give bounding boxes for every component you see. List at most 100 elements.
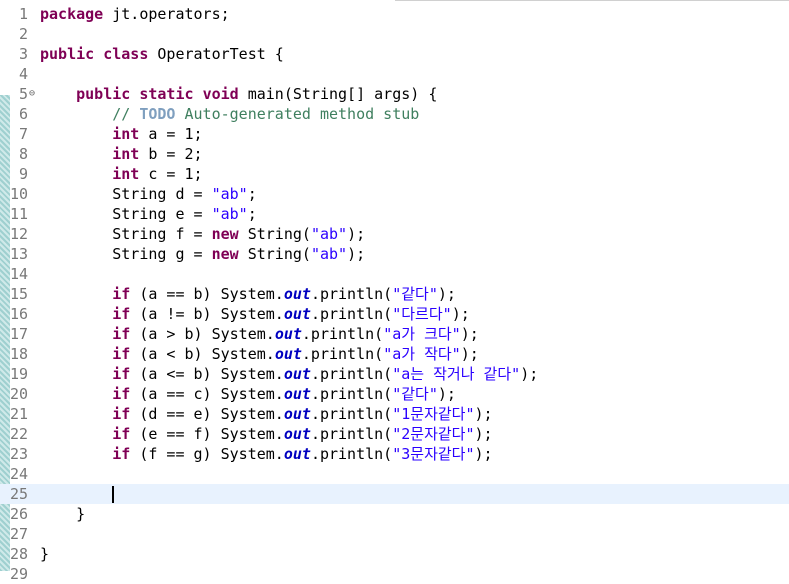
code-line[interactable]: 5 ⊖ public static void main(String[] args… xyxy=(0,84,789,104)
code-token: out xyxy=(283,285,311,303)
line-code: if (d == e) System.out.println("1문자같다"); xyxy=(40,404,492,424)
line-number: 12 xyxy=(9,225,28,243)
code-token: out xyxy=(283,305,311,323)
line-code: if (a == c) System.out.println("같다"); xyxy=(40,384,456,404)
code-token: "다르다" xyxy=(392,305,452,323)
line-number: 4 xyxy=(18,65,28,83)
code-token: if xyxy=(112,285,131,303)
code-line[interactable]: 14 xyxy=(0,264,789,284)
line-code: if (e == f) System.out.println("2문자같다"); xyxy=(40,424,493,444)
code-token: ); xyxy=(437,385,456,403)
line-number: 1 xyxy=(18,5,28,23)
code-token: if xyxy=(112,405,131,423)
code-editor[interactable]: 1 package jt.operators; 2 3 public class Ope… xyxy=(0,0,789,583)
line-code: int b = 2; xyxy=(40,144,202,164)
code-line[interactable]: 15 if (a == b) System.out.println("같다"); xyxy=(0,284,789,304)
code-line[interactable]: 7 int a = 1; xyxy=(0,124,789,144)
code-token: int xyxy=(112,145,140,163)
line-number: 23 xyxy=(9,445,28,463)
line-code: String e = "ab"; xyxy=(40,204,257,224)
line-number: 13 xyxy=(9,245,28,263)
line-number: 21 xyxy=(9,405,28,423)
code-token: ); xyxy=(460,345,479,363)
line-code: int a = 1; xyxy=(40,124,203,144)
code-token: // xyxy=(112,105,140,123)
line-number: 25 xyxy=(9,485,28,503)
code-token: void xyxy=(202,85,239,103)
code-token: (a > b) System. xyxy=(130,325,275,343)
code-token: (a != b) System. xyxy=(130,305,284,323)
code-token: "ab" xyxy=(211,205,248,223)
code-line[interactable]: 9 int c = 1; xyxy=(0,164,789,184)
code-line[interactable]: 25 xyxy=(0,484,789,504)
fold-collapse-icon[interactable]: ⊖ xyxy=(29,84,35,104)
line-code: if (a <= b) System.out.println("a는 작거나 같… xyxy=(40,364,538,384)
line-number: 17 xyxy=(9,325,28,343)
code-line[interactable]: 16 if (a != b) System.out.println("다르다")… xyxy=(0,304,789,324)
code-line[interactable]: 12 String f = new String("ab"); xyxy=(0,224,789,244)
code-token: out xyxy=(283,365,311,383)
code-line[interactable]: 6 // TODO Auto-generated method stub xyxy=(0,104,789,124)
code-token: c = 1; xyxy=(139,165,203,183)
code-line[interactable]: 20 if (a == c) System.out.println("같다"); xyxy=(0,384,789,404)
code-token: a = 1; xyxy=(139,125,203,143)
line-number: 5 xyxy=(18,85,28,103)
code-line[interactable]: 23 if (f == g) System.out.println("3문자같다… xyxy=(0,444,789,464)
code-line[interactable]: 8 int b = 2; xyxy=(0,144,789,164)
line-code: if (a != b) System.out.println("다르다"); xyxy=(40,304,470,324)
code-token: if xyxy=(112,305,131,323)
code-line[interactable]: 29 xyxy=(0,564,789,584)
code-line[interactable]: 3 public class OperatorTest { xyxy=(0,44,789,64)
code-token: String e = xyxy=(40,205,212,223)
code-token: "1문자같다" xyxy=(392,405,475,423)
code-line[interactable]: 4 xyxy=(0,64,789,84)
code-token: public xyxy=(76,85,131,103)
code-line[interactable]: 2 xyxy=(0,24,789,44)
code-token: String d = xyxy=(40,185,212,203)
line-number: 29 xyxy=(9,565,28,583)
code-line[interactable]: 1 package jt.operators; xyxy=(0,4,789,24)
code-line[interactable]: 13 String g = new String("ab"); xyxy=(0,244,789,264)
code-token: (a <= b) System. xyxy=(130,365,284,383)
line-code: int c = 1; xyxy=(40,164,203,184)
code-token: (f == g) System. xyxy=(130,445,284,463)
code-token: .println( xyxy=(310,385,393,403)
code-token: "ab" xyxy=(310,225,348,243)
code-line[interactable]: 21 if (d == e) System.out.println("1문자같다… xyxy=(0,404,789,424)
code-line[interactable]: 19 if (a <= b) System.out.println("a는 작거… xyxy=(0,364,789,384)
code-token: ); xyxy=(520,365,539,383)
code-line[interactable]: 10 String d = "ab"; xyxy=(0,184,789,204)
code-token: .println( xyxy=(310,405,393,423)
code-line[interactable]: 11 String e = "ab"; xyxy=(0,204,789,224)
code-line[interactable]: 28} xyxy=(0,544,789,564)
code-token: if xyxy=(112,325,131,343)
code-line[interactable]: 27 xyxy=(0,524,789,544)
line-number: 19 xyxy=(9,365,28,383)
code-line[interactable]: 17 if (a > b) System.out.println("a가 크다"… xyxy=(0,324,789,344)
code-token: out xyxy=(274,345,302,363)
line-code: String d = "ab"; xyxy=(40,184,257,204)
code-token: "같다" xyxy=(392,285,438,303)
code-token: .println( xyxy=(310,305,393,323)
code-token: "3문자같다" xyxy=(392,445,475,463)
code-line[interactable]: 22 if (e == f) System.out.println("2문자같다… xyxy=(0,424,789,444)
code-token: ); xyxy=(437,285,456,303)
code-token: ; xyxy=(247,185,257,203)
code-token: ); xyxy=(347,225,366,243)
code-line[interactable]: 26 } xyxy=(0,504,789,524)
code-token: ); xyxy=(474,425,493,443)
code-line[interactable]: 24 xyxy=(0,464,789,484)
code-token: .println( xyxy=(310,285,393,303)
code-line[interactable]: 18 if (a < b) System.out.println("a가 작다"… xyxy=(0,344,789,364)
code-token: int xyxy=(112,125,140,143)
code-token: if xyxy=(112,385,131,403)
code-token: new xyxy=(211,245,239,263)
code-token: out xyxy=(274,325,302,343)
